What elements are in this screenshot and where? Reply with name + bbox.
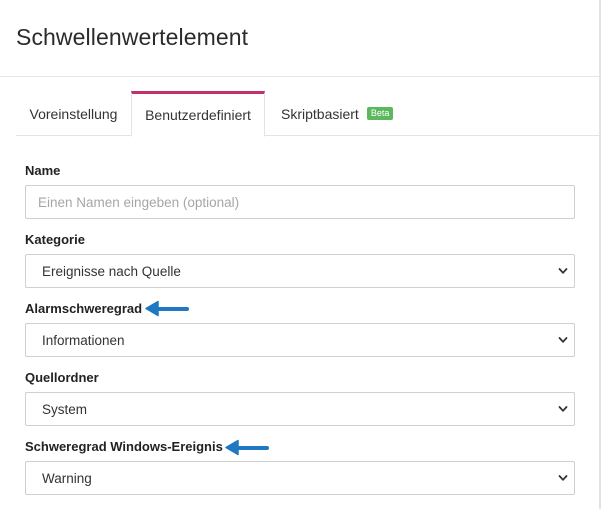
- chevron-down-icon: [558, 337, 568, 343]
- chevron-down-icon: [558, 406, 568, 412]
- windows-event-severity-label: Schweregrad Windows-Ereignis: [25, 439, 223, 454]
- source-folder-selected-value: System: [42, 401, 88, 417]
- name-label: Name: [25, 163, 61, 178]
- arrow-left-icon: [225, 439, 269, 456]
- windows-event-severity-select[interactable]: Warning: [25, 461, 575, 495]
- category-label: Kategorie: [25, 232, 85, 247]
- tab-voreinstellung[interactable]: Voreinstellung: [16, 91, 131, 136]
- tab-label: Voreinstellung: [29, 105, 118, 122]
- alarm-severity-label: Alarmschweregrad: [25, 301, 143, 316]
- category-select[interactable]: Ereignisse nach Quelle: [25, 254, 575, 288]
- name-input[interactable]: [25, 185, 575, 219]
- arrow-left-icon: [145, 300, 189, 317]
- tab-skriptbasiert[interactable]: Skriptbasiert Beta: [268, 91, 408, 136]
- beta-badge: Beta: [366, 107, 394, 120]
- page-title: Schwellenwertelement: [16, 24, 249, 50]
- chevron-down-icon: [558, 475, 568, 481]
- tab-benutzerdefiniert[interactable]: Benutzerdefiniert: [131, 91, 265, 137]
- alarm-severity-selected-value: Informationen: [42, 332, 125, 348]
- source-folder-select[interactable]: System: [25, 392, 575, 426]
- alarm-severity-select[interactable]: Informationen: [25, 323, 575, 357]
- tab-label: Skriptbasiert: [281, 105, 359, 122]
- tab-label: Benutzerdefiniert: [145, 107, 251, 123]
- header: Schwellenwertelement: [0, 0, 599, 77]
- chevron-down-icon: [558, 268, 568, 274]
- windows-event-severity-selected-value: Warning: [42, 470, 92, 486]
- category-selected-value: Ereignisse nach Quelle: [42, 263, 181, 279]
- source-folder-label: Quellordner: [25, 370, 99, 385]
- tab-bar: Voreinstellung Benutzerdefiniert Skriptb…: [16, 91, 599, 137]
